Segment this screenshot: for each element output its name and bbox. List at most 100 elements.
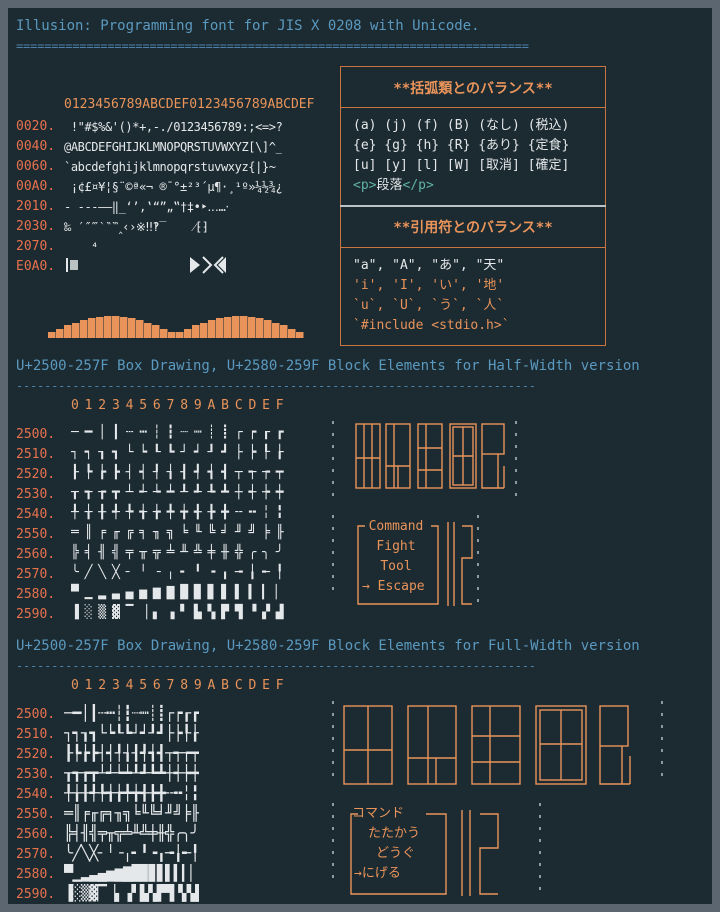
- full-box-row-code: 2500.: [16, 707, 56, 722]
- half-box-row-glyphs: ┰ ┱ ┲ ┳ ┴ ┵ ┶ ┷ ┸ ┹ ┺ ┻ ┼ ┽ ┾ ┿: [71, 485, 284, 500]
- char-row-glyphs: !"#$%&'()*+,-./0123456789:;<=>?: [64, 120, 283, 134]
- full-menu-fight: たたかう: [368, 826, 421, 841]
- char-row-code: 0040.: [16, 139, 56, 154]
- half-menu-tool: Tool: [380, 559, 412, 574]
- full-box-row-code: 2550.: [16, 807, 56, 822]
- half-box-row-glyphs: ╀ ╁ ╂ ╃ ╄ ╅ ╆ ╇ ╈ ╉ ╊ ╋ ╌ ╍ ╎ ╏: [71, 505, 284, 520]
- title-double-rule: ========================================…: [16, 39, 529, 53]
- full-box-row-code: 2590.: [16, 887, 56, 902]
- wave-block: [96, 317, 104, 338]
- tag-sample: <p>段落</p>: [353, 176, 434, 196]
- half-box-row-code: 2520.: [16, 467, 56, 482]
- full-box-row-code: 2570.: [16, 847, 56, 862]
- wave-block: [144, 323, 152, 338]
- bracket-line-2: {e} {g} {h} {R} {あり} {定食}: [353, 138, 570, 153]
- full-box-row-glyphs: ╠╡╢╣╤╥╦╧╨╩╪╫╬╭╮╯: [64, 824, 199, 842]
- char-row-code: 0060.: [16, 159, 56, 174]
- wave-block: [160, 329, 168, 338]
- full-box-samples: [332, 701, 663, 785]
- full-box-row-glyphs: ┐┑┒┓└┕┖┗┘┙┚┛├┝┞┟: [64, 724, 199, 742]
- char-row-code: 0020.: [16, 119, 56, 134]
- tag-close: </p>: [402, 178, 434, 193]
- page-title: Illusion: Programming font for JIS X 020…: [16, 18, 480, 34]
- wave-block: [232, 316, 240, 338]
- wave-block: [72, 323, 80, 338]
- wave-block: [240, 316, 248, 338]
- tag-text: 段落: [376, 178, 403, 193]
- wave-block: [88, 318, 96, 338]
- wave-block: [264, 320, 272, 338]
- wave-block: [136, 320, 144, 338]
- half-box-row-glyphs: ═ ║ ╒ ╓ ╔ ╕ ╖ ╗ ╘ ╙ ╚ ╛ ╜ ╝ ╞ ╟: [71, 525, 284, 540]
- half-col-header: 0 1 2 3 4 5 6 7 8 9 A B C D E F: [71, 398, 284, 413]
- bracket-line-3: [u] [y] [l] [W] [取消] [確定]: [353, 158, 570, 173]
- half-box-row-glyphs: ─ ━ │ ┃ ┄ ┅ ┆ ┇ ┈ ┉ ┊ ┋ ┌ ┍ ┎ ┏: [71, 425, 284, 440]
- half-box-row-code: 2580.: [16, 587, 56, 602]
- half-menu-escape: → Escape: [362, 579, 425, 594]
- wave-block: [248, 317, 256, 338]
- full-box-row-glyphs: ┰┱┲┳┴┵┶┷┸┹┺┻┼┽┾┿: [64, 764, 199, 782]
- full-width-heading: U+2500-257F Box Drawing, U+2580-259F Blo…: [16, 638, 640, 654]
- half-box-row-code: 2530.: [16, 487, 56, 502]
- char-row-glyphs: @ABCDEFGHIJKLMNOPQRSTUVWXYZ[\]^_: [64, 140, 283, 154]
- full-menu-command: コマンド: [352, 806, 405, 821]
- quote-line-1: "a", "A", "あ", "天": [353, 258, 505, 273]
- half-box-samples: [332, 421, 517, 496]
- half-box-row-glyphs: ▀ ▁ ▂ ▃ ▄ ▅ ▆ ▇ █ ▉ ▊ ▋ ▌ ▍ ▎ ▏: [71, 585, 284, 600]
- wave-block: [200, 323, 208, 338]
- char-row-glyphs: ¡¢£¤¥¦§¨©ª«¬ ®¯°±²³´µ¶·¸¹º»¼½¾¿: [64, 180, 283, 194]
- half-box-row-glyphs: ┐ ┑ ┒ ┓ └ ┕ ┖ ┗ ┘ ┙ ┚ ┛ ├ ┝ ┞ ┟: [71, 445, 284, 460]
- half-box-row-code: 2560.: [16, 547, 56, 562]
- wave-block: [184, 329, 192, 338]
- full-box-row-glyphs: ▐░▒▓▔▕▖▗▘▙▚▛▜▝▞▟: [64, 884, 199, 902]
- hex-header: 0123456789ABCDEF0123456789ABCDEF: [64, 97, 315, 112]
- bracket-balance-panel: **括弧類とのバランス** (a) (j) (f) (B) (なし) (税込) …: [340, 66, 606, 205]
- half-box-row-code: 2590.: [16, 607, 56, 622]
- half-box-row-code: 2570.: [16, 567, 56, 582]
- full-box-row-glyphs: ┠┡┢┣┤┥┦┧┨┩┪┫┬┭┮┯: [64, 744, 199, 762]
- full-box-row-glyphs: ═║╒╓╔╕╖╗╘╙╚╛╜╝╞╟: [64, 804, 199, 822]
- block-wave-graphic: [48, 316, 304, 338]
- quote-line-3: `u`, `U`, `う`, `人`: [353, 298, 505, 313]
- wave-block: [192, 325, 200, 338]
- char-row-code: E0A0.: [16, 259, 56, 274]
- half-menu-command: Command: [368, 519, 424, 534]
- quote-line-2: 'i', 'I', 'い', '地': [353, 278, 505, 293]
- half-box-row-glyphs: ▐ ░ ▒ ▓ ▔ ▕ ▖ ▗ ▘ ▙ ▚ ▛ ▜ ▝ ▞ ▟: [71, 605, 284, 620]
- char-row-code: 2010.: [16, 199, 56, 214]
- half-box-row-glyphs: ╠ ╡ ╢ ╣ ╤ ╥ ╦ ╧ ╨ ╩ ╪ ╫ ╬ ╭ ╮ ╯: [71, 545, 284, 560]
- char-row-glyphs: - ---–—‖_‘’‚‛“”„‟†‡•‣․‥…‧: [64, 200, 229, 214]
- full-menu-tool: どうぐ: [376, 846, 416, 861]
- half-box-row-code: 2550.: [16, 527, 56, 542]
- full-menu-escape: →にげる: [354, 866, 401, 881]
- half-box-row-code: 2500.: [16, 427, 56, 442]
- wave-block: [64, 325, 72, 338]
- bracket-panel-title: **括弧類とのバランス**: [393, 81, 553, 97]
- char-row-code: 00A0.: [16, 179, 56, 194]
- full-box-row-glyphs: ▀▁▂▃▄▅▆▇█▉▊▋▌▍▎▏: [64, 864, 199, 882]
- font-sample-window: Illusion: Programming font for JIS X 020…: [8, 8, 712, 904]
- full-box-row-code: 2530.: [16, 767, 56, 782]
- wave-block: [112, 316, 120, 338]
- half-box-row-code: 2540.: [16, 507, 56, 522]
- full-col-header: 0 1 2 3 4 5 6 7 8 9 A B C D E F: [71, 678, 284, 693]
- wave-block: [216, 318, 224, 338]
- wave-block: [80, 320, 88, 338]
- half-menu-fight: Fight: [376, 539, 416, 554]
- full-box-row-glyphs: ╀╁╂╃╄╅╆╇╈╉╊╋╌╍╎╏: [64, 784, 199, 802]
- bracket-line-1: (a) (j) (f) (B) (なし) (税込): [353, 118, 570, 133]
- wave-block: [48, 332, 56, 338]
- wave-block: [168, 332, 176, 338]
- half-width-rule: ----------------------------------------…: [16, 379, 536, 393]
- wave-block: [272, 323, 280, 338]
- full-width-rule: ----------------------------------------…: [16, 659, 536, 673]
- wave-block: [224, 317, 232, 338]
- wave-block: [280, 325, 288, 338]
- char-row-glyphs: `abcdefghijklmnopqrstuvwxyz{|}~: [64, 160, 276, 174]
- half-box-row-glyphs: ╰ ╱ ╲ ╳ ╴ ╵ ╶ ╷ ╸ ╹ ╺ ╻ ╼ ╽ ╾ ╿: [71, 565, 284, 580]
- full-box-row-code: 2520.: [16, 747, 56, 762]
- wave-block: [120, 317, 128, 338]
- half-width-heading: U+2500-257F Box Drawing, U+2580-259F Blo…: [16, 358, 640, 374]
- full-box-row-code: 2510.: [16, 727, 56, 742]
- full-box-row-code: 2560.: [16, 827, 56, 842]
